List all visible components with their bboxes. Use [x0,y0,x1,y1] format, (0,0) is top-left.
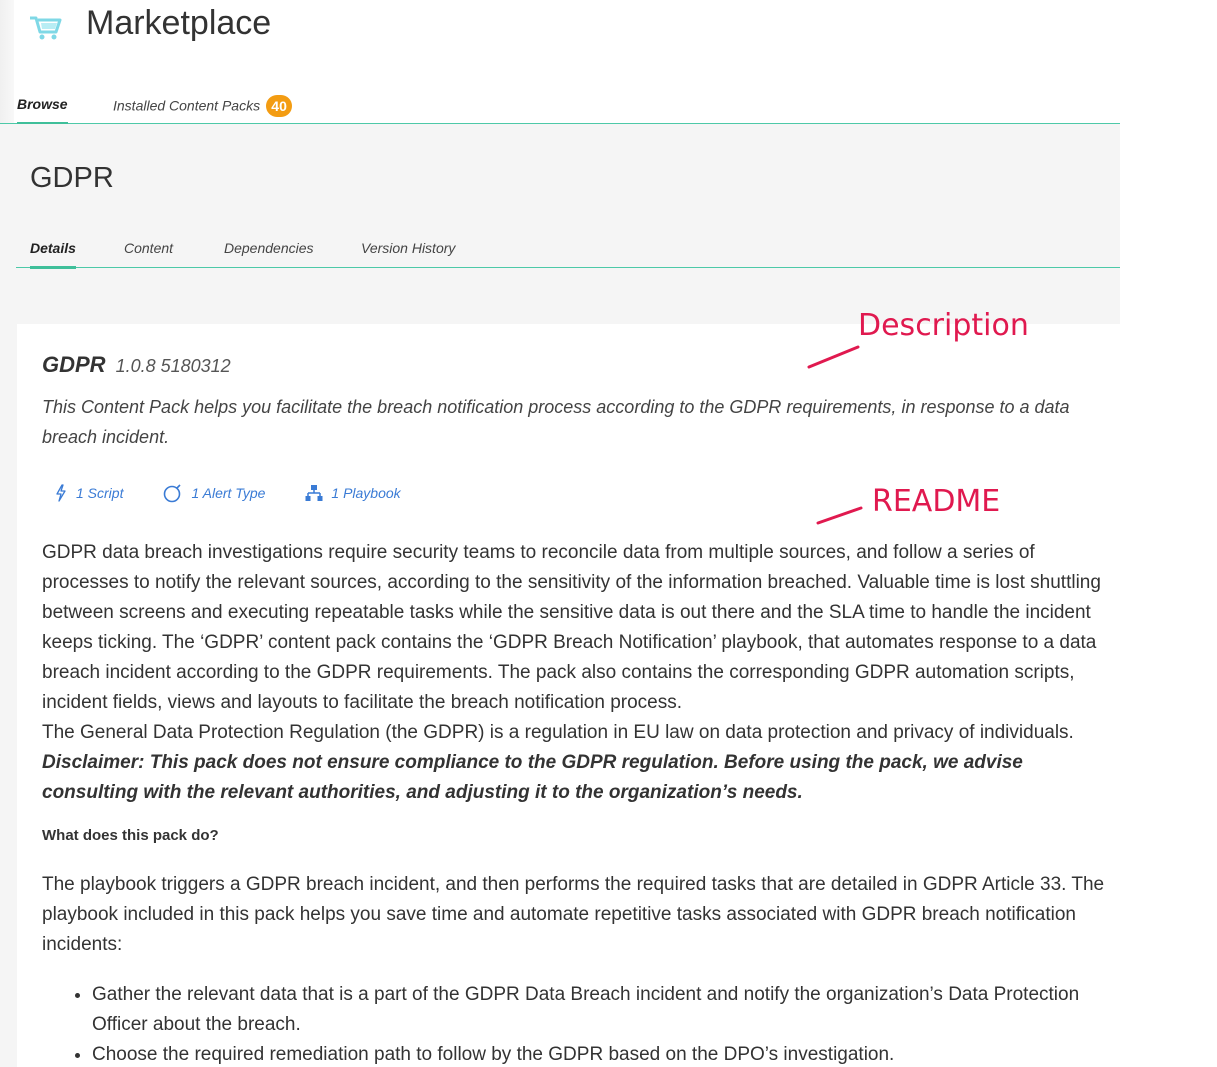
list-item: Choose the required remediation path to … [92,1040,1117,1067]
pack-heading-name: GDPR [42,352,106,377]
tab-version-history[interactable]: Version History [361,240,455,256]
cart-icon [28,6,64,42]
readme-paragraph-2: The playbook triggers a GDPR breach inci… [42,874,1105,955]
readme-bullet-list: Gather the relevant data that is a part … [42,980,1117,1067]
alert-type-icon [164,484,182,503]
playbook-count-label: 1 Playbook [331,485,401,501]
marketplace-app: Marketplace Browse Installed Content Pac… [0,0,1217,1067]
pack-panel: GDPR Details Content Dependencies Versio… [0,124,1120,1067]
playbook-count-link[interactable]: 1 Playbook [305,484,401,502]
readme-arrow-icon [816,506,863,525]
readme-annotation: README [872,484,1001,519]
description-annotation: Description [858,308,1029,343]
details-card: GDPR 1.0.8 5180312 This Content Pack help… [17,324,1120,1067]
installed-count-badge: 40 [266,95,293,117]
pack-sub-tabs: Details Content Dependencies Version His… [16,232,1120,269]
tab-installed-content-packs[interactable]: Installed Content Packs 40 [113,95,293,118]
alert-type-count-label: 1 Alert Type [191,485,266,501]
alert-type-count-link[interactable]: 1 Alert Type [163,483,265,503]
description-arrow-icon [807,345,860,369]
page-header: Marketplace [28,4,271,43]
readme-regulation: The General Data Protection Regulation (… [42,722,1074,743]
pack-heading: GDPR 1.0.8 5180312 [42,352,231,378]
pack-version: 1.0.8 5180312 [115,356,231,376]
readme-heading: What does this pack do? [42,827,219,844]
readme-disclaimer: Disclaimer: This pack does not ensure co… [42,752,1023,803]
page-title: Marketplace [86,4,272,42]
script-count-label: 1 Script [76,485,124,501]
list-item: Gather the relevant data that is a part … [92,980,1117,1040]
pack-description: This Content Pack helps you facilitate t… [42,397,1070,447]
tab-installed-label: Installed Content Packs [113,97,261,114]
tab-dependencies[interactable]: Dependencies [224,240,314,256]
tab-details[interactable]: Details [30,240,76,269]
pack-title: GDPR [30,162,114,194]
lightning-icon [56,484,66,502]
readme-section: GDPR data breach investigations require … [42,538,1117,1067]
script-count-link[interactable]: 1 Script [54,484,123,502]
readme-paragraph: GDPR data breach investigations require … [42,542,1101,713]
playbook-icon [305,485,323,501]
tab-browse[interactable]: Browse [17,96,68,125]
content-items: 1 Script 1 Alert Type 1 Playbook [54,483,441,503]
top-tabs: Browse Installed Content Packs 40 [0,88,1120,125]
tab-content[interactable]: Content [124,240,173,256]
